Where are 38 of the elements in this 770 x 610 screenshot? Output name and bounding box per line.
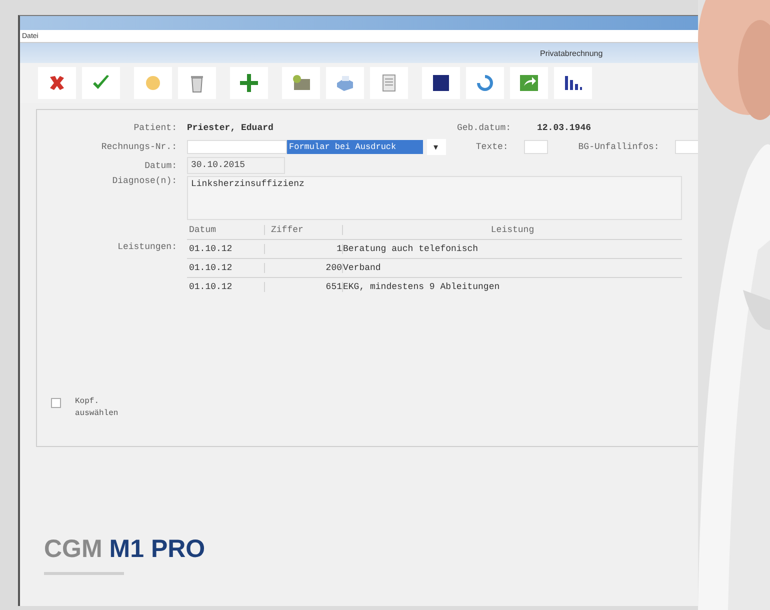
table-cell-text: 01.10.12 xyxy=(188,282,234,292)
arrow-box-icon xyxy=(518,72,540,94)
selected-option[interactable]: Formular bei Ausdruck xyxy=(287,140,423,154)
field-label: Texte: xyxy=(476,142,510,152)
column-header: Ziffer xyxy=(264,225,342,235)
invoice-number-field[interactable] xyxy=(187,140,287,154)
table-cell: 200 xyxy=(264,263,342,273)
checkbox-label: Kopf. auswählen xyxy=(75,396,120,420)
toolbar-button[interactable] xyxy=(422,67,460,99)
table-cell-text: 01.10.12 xyxy=(188,263,234,273)
field-label: Geb.datum: xyxy=(457,122,512,132)
table-cell: Beratung auch telefonisch xyxy=(342,244,682,254)
module-title: Privatabrechnung xyxy=(540,48,603,58)
plus-icon xyxy=(238,72,260,94)
field-label: Patient: xyxy=(132,122,178,132)
table-cell: 651 xyxy=(264,282,342,292)
field-label: Datum: xyxy=(144,160,178,170)
field-label: Rechnungs-Nr.: xyxy=(100,142,178,152)
toolbar-button[interactable] xyxy=(554,67,592,99)
dropdown-button[interactable]: ▾ xyxy=(426,138,446,154)
square-icon xyxy=(430,72,452,94)
table-cell: 1 xyxy=(264,244,342,254)
date-field[interactable]: 30.10.2015 xyxy=(187,157,285,174)
birth-date: 12.03.1946 xyxy=(537,122,592,132)
column-header: Datum xyxy=(188,225,218,235)
patient-name: Priester, Eduard xyxy=(187,122,274,132)
texts-field[interactable] xyxy=(524,140,548,154)
table-cell: EKG, mindestens 9 Ableitungen xyxy=(342,282,682,292)
accident-info-field[interactable] xyxy=(675,140,699,154)
field-label: BG-Unfallinfos: xyxy=(578,142,660,152)
checkbox[interactable] xyxy=(51,398,61,408)
field-label: Leistungen: xyxy=(116,242,178,252)
column-header: Leistung xyxy=(342,225,682,235)
logo-text: CGM M1 PRO xyxy=(44,535,206,564)
table-cell: Verband xyxy=(342,263,682,273)
field-label: Diagnose(n): xyxy=(111,176,178,186)
diagnosis-field[interactable]: Linksherzinsuffizienz xyxy=(187,176,682,220)
table-cell-text: 01.10.12 xyxy=(188,244,234,254)
